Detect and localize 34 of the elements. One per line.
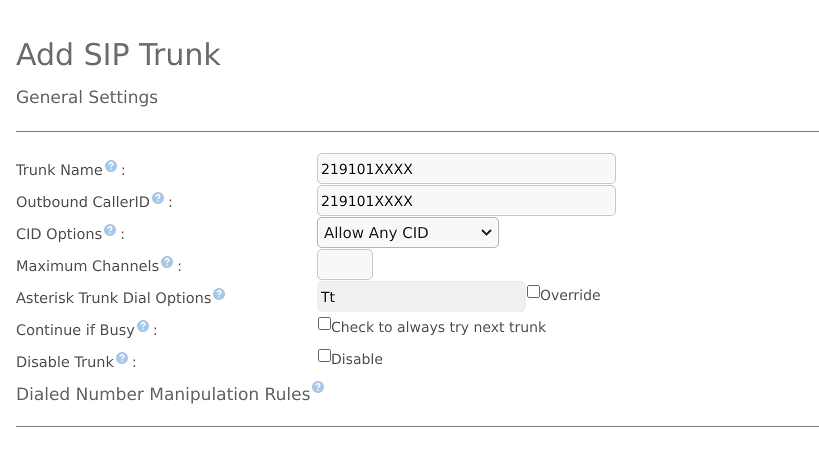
field-label: CID Options <box>16 227 102 243</box>
dropdown[interactable]: Allow Any CID <box>317 217 499 248</box>
colon: : <box>132 355 137 371</box>
field-label: Outbound CallerID <box>16 195 150 211</box>
checkbox[interactable] <box>318 349 331 362</box>
text-field[interactable]: 219101XXXX <box>317 153 616 184</box>
colon: : <box>120 227 126 243</box>
checkbox[interactable] <box>318 317 331 330</box>
colon: : <box>152 323 158 339</box>
help-icon[interactable] <box>104 224 116 236</box>
colon: : <box>177 259 182 275</box>
colon: : <box>120 163 126 179</box>
checkbox-label: Override <box>540 287 601 304</box>
help-icon[interactable] <box>152 192 164 204</box>
section-heading: General Settings <box>16 87 160 110</box>
help-icon[interactable] <box>104 160 117 172</box>
chevron-down-icon <box>481 229 492 236</box>
text-field[interactable]: 219101XXXX <box>317 185 616 216</box>
help-icon[interactable] <box>116 352 128 364</box>
help-icon[interactable] <box>136 320 149 332</box>
field-label: Disable Trunk <box>16 355 114 371</box>
colon: : <box>168 195 173 211</box>
text-field[interactable] <box>317 249 373 280</box>
section-heading: Dialed Number Manipulation Rules <box>16 384 310 407</box>
page-title: Add SIP Trunk <box>16 37 222 75</box>
field-label: Maximum Channels <box>16 259 160 275</box>
help-icon[interactable] <box>161 256 174 268</box>
help-icon[interactable] <box>213 288 226 300</box>
checkbox-label: Disable <box>331 351 383 368</box>
checkbox-label: Check to always try next trunk <box>331 319 546 336</box>
field-label: Trunk Name <box>16 163 103 179</box>
help-icon[interactable] <box>312 381 324 393</box>
field-label: Asterisk Trunk Dial Options <box>16 291 212 307</box>
field-label: Continue if Busy <box>16 323 135 339</box>
